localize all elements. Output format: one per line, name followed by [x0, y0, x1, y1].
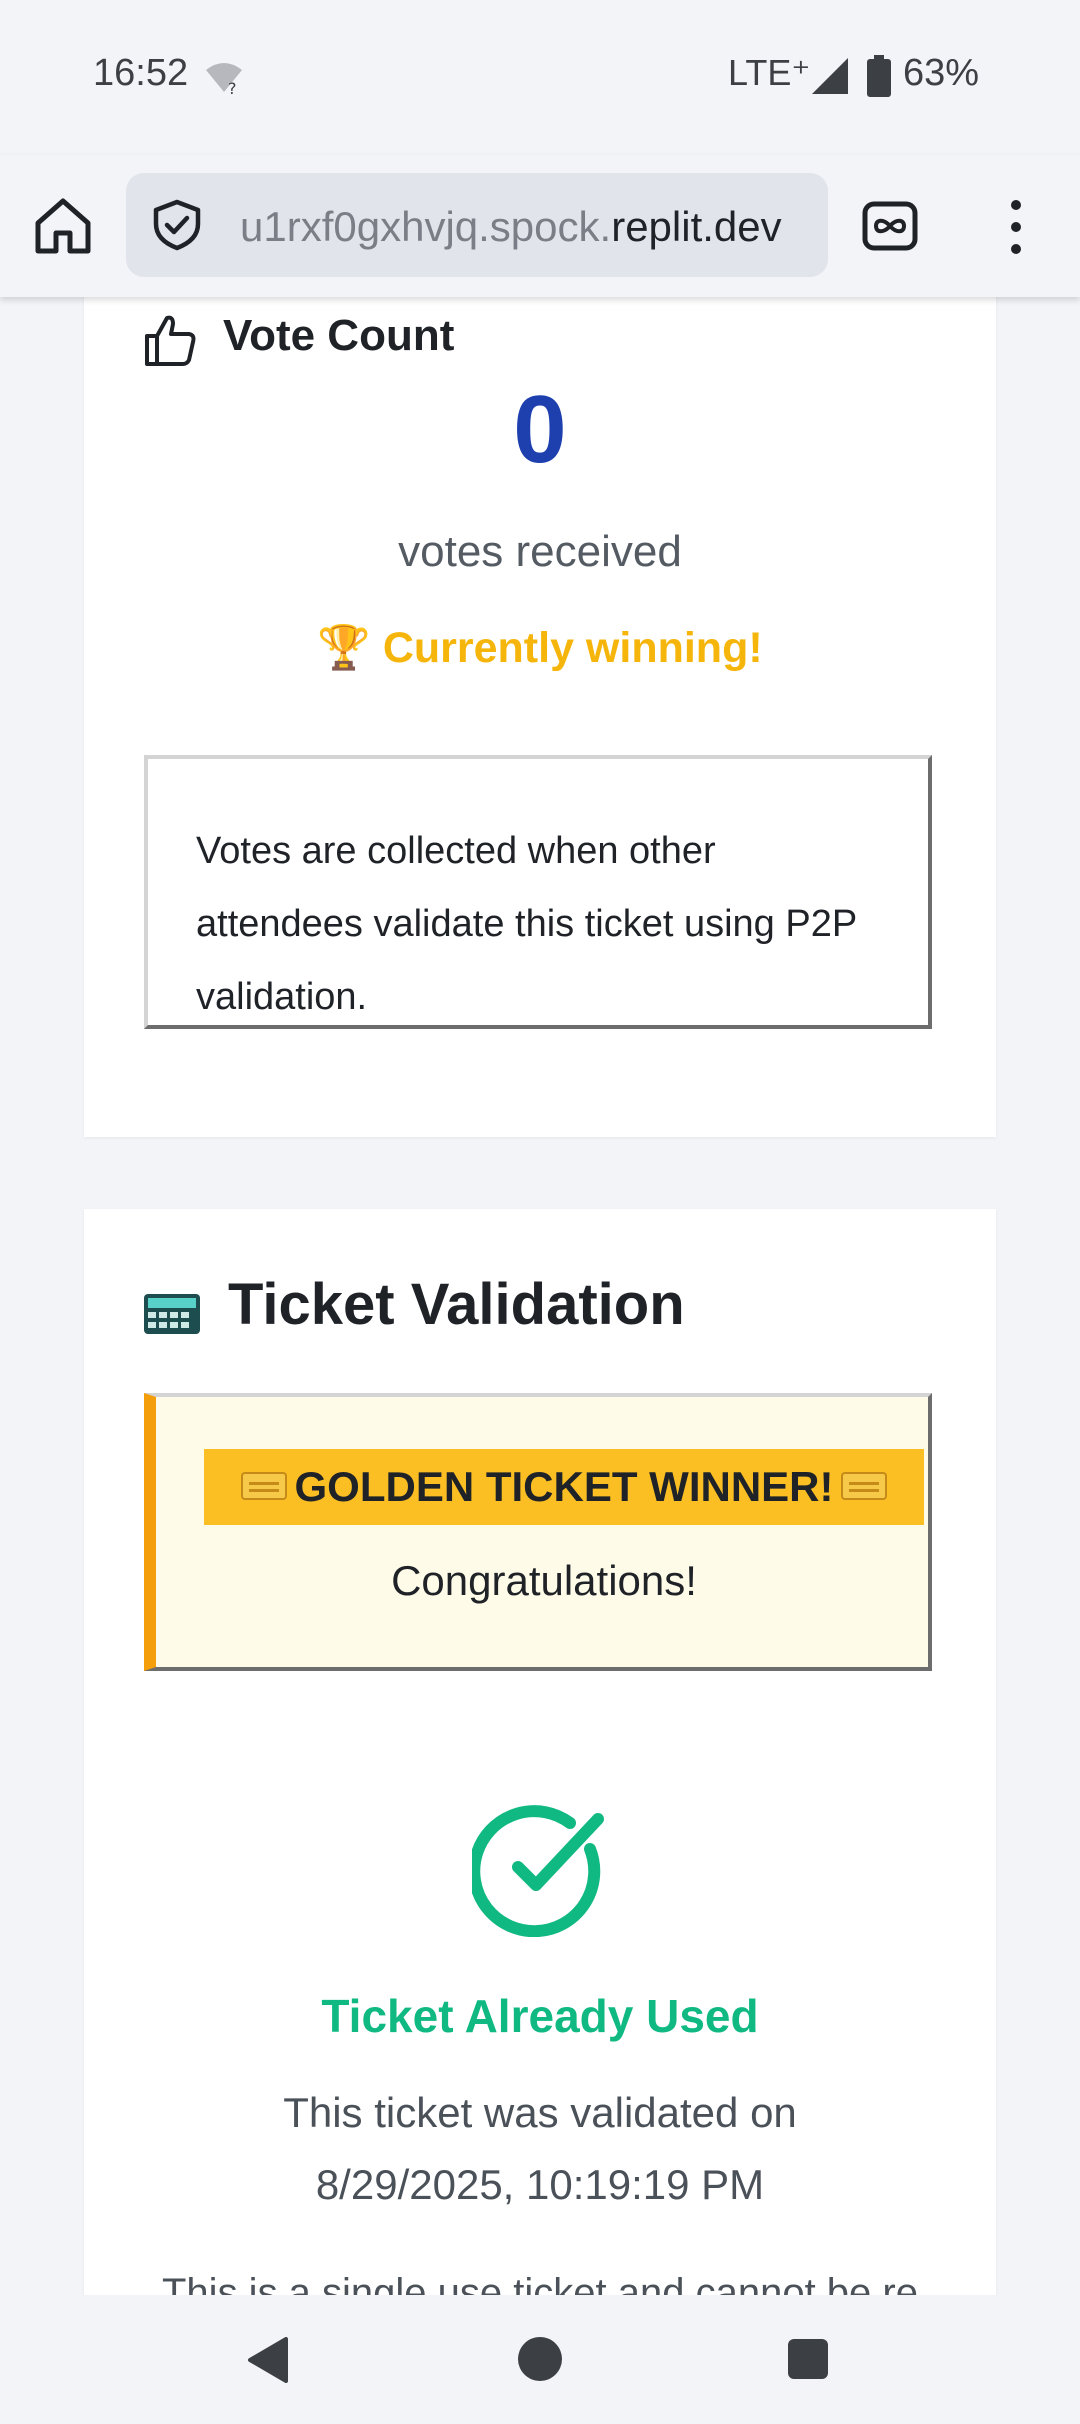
url-prefix: u1rxf0gxhvjq.spock. [240, 203, 612, 250]
signal-icon [812, 58, 848, 94]
network-type: LTE⁺ [728, 52, 811, 93]
tabs-infinity-icon[interactable] [862, 201, 918, 251]
vote-count-title: Vote Count [223, 311, 455, 360]
browser-toolbar: u1rxf0gxhvjq.spock.replit.dev [0, 155, 1080, 297]
calculator-icon [144, 1294, 200, 1334]
check-circle-icon [472, 1805, 604, 1937]
single-use-text: This is a single use ticket and cannot b… [162, 2271, 918, 2295]
congratulations-text: Congratulations! [391, 1557, 697, 1604]
recents-icon[interactable] [788, 2339, 828, 2379]
votes-received-label: votes received [398, 527, 682, 576]
url-fade [778, 173, 828, 277]
system-nav-bar [0, 2295, 1080, 2424]
vote-info-text: Votes are collected when other attendees… [196, 830, 857, 1018]
home-nav-icon[interactable] [518, 2337, 562, 2381]
battery-percent: 63% [903, 52, 980, 94]
vote-count-number: 0 [513, 376, 567, 483]
golden-ticket-banner: GOLDEN TICKET WINNER! [204, 1449, 924, 1525]
validated-on-text: This ticket was validated on 8/29/2025, … [84, 2077, 996, 2221]
ticket-validation-card: Ticket Validation GOLDEN TICKET WINNER! … [84, 1209, 996, 2295]
battery-icon [867, 55, 891, 97]
url-domain: replit.dev [611, 203, 782, 250]
thumbs-up-icon [145, 315, 196, 366]
vote-count-card: Vote Count 0 votes received 🏆 Currently … [84, 297, 996, 1137]
svg-text:?: ? [228, 79, 237, 96]
home-icon[interactable] [30, 193, 96, 259]
url-text[interactable]: u1rxf0gxhvjq.spock.replit.dev [240, 203, 820, 251]
back-icon[interactable] [246, 2337, 290, 2383]
golden-ticket-text: GOLDEN TICKET WINNER! [294, 1463, 834, 1510]
currently-winning-badge: 🏆 Currently winning! [317, 624, 763, 672]
more-vert-icon[interactable] [996, 195, 1036, 259]
status-time: 16:52 [93, 52, 189, 94]
shield-check-icon[interactable] [150, 198, 204, 252]
ticket-icon [841, 1471, 888, 1500]
ticket-icon [240, 1471, 287, 1500]
status-bar: 16:52 ? LTE⁺ 63% [0, 0, 1080, 155]
vote-info-box: Votes are collected when other attendees… [144, 755, 932, 1029]
ticket-used-title: Ticket Already Used [321, 1990, 759, 2042]
ticket-validation-title: Ticket Validation [228, 1272, 685, 1337]
golden-ticket-box: GOLDEN TICKET WINNER! Congratulations! [144, 1393, 932, 1671]
page-content: Vote Count 0 votes received 🏆 Currently … [0, 297, 1080, 2295]
validated-on-value: This ticket was validated on 8/29/2025, … [283, 2089, 797, 2208]
wifi-unknown-icon: ? [206, 63, 242, 96]
url-bar[interactable]: u1rxf0gxhvjq.spock.replit.dev [126, 173, 828, 277]
